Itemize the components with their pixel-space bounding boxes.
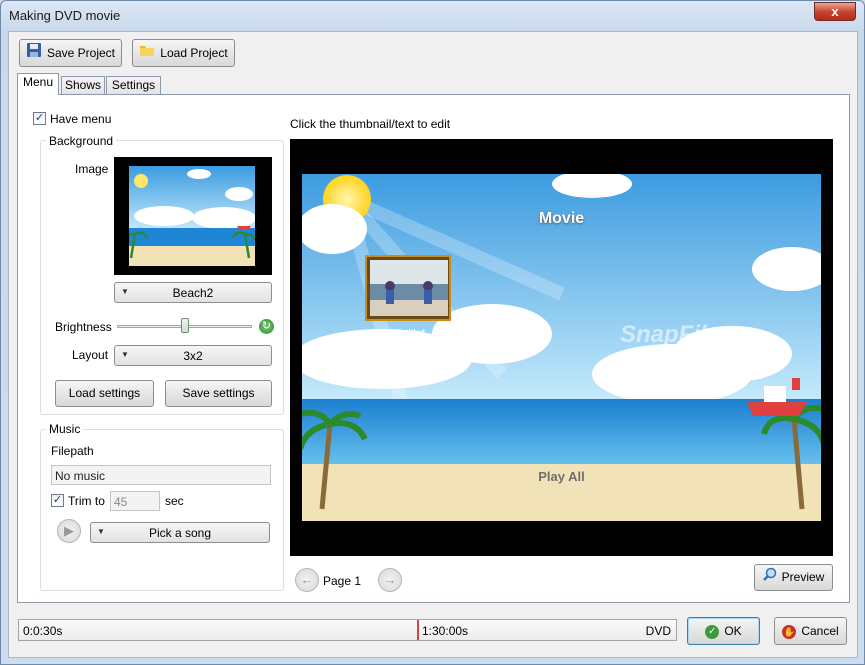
client-area: Save Project Load Project Menu Shows Set… bbox=[8, 31, 858, 658]
tab-menu[interactable]: Menu bbox=[17, 73, 59, 95]
save-project-label: Save Project bbox=[46, 46, 116, 60]
floppy-disk-icon bbox=[26, 41, 42, 67]
filepath-label: Filepath bbox=[51, 444, 94, 458]
pick-song-button[interactable]: ▼ Pick a song bbox=[90, 522, 270, 543]
tab-settings-label: Settings bbox=[111, 78, 156, 92]
background-group-title: Background bbox=[46, 134, 117, 148]
dialog-window: Making DVD movie x Save Project Load Pro… bbox=[0, 0, 865, 665]
background-image-dropdown[interactable]: ▼ Beach2 bbox=[114, 282, 272, 303]
save-project-button[interactable]: Save Project bbox=[19, 39, 122, 67]
tab-shows-label: Shows bbox=[64, 78, 102, 92]
duration-limit-marker bbox=[417, 620, 419, 640]
have-menu-checkbox[interactable]: ✓ bbox=[33, 112, 46, 125]
next-page-icon[interactable]: → bbox=[378, 568, 402, 592]
background-image-value: Beach2 bbox=[172, 286, 214, 300]
ok-label: OK bbox=[724, 624, 742, 638]
previous-page-icon[interactable]: ← bbox=[295, 568, 319, 592]
ok-button[interactable]: ✓ OK bbox=[687, 617, 760, 645]
preview-button[interactable]: Preview bbox=[754, 564, 833, 591]
chapter-thumbnail-caption[interactable]: Untitled bbox=[365, 328, 455, 337]
reset-brightness-icon[interactable]: ↻ bbox=[259, 319, 274, 334]
page-label: Page 1 bbox=[323, 574, 362, 588]
duration-start-time: 0:0:30s bbox=[23, 624, 63, 638]
brightness-thumb[interactable] bbox=[181, 318, 189, 333]
menu-tab-panel: ✓ Have menu Background Image ▼ Beach2 Br… bbox=[17, 94, 850, 603]
brightness-label: Brightness bbox=[55, 320, 112, 334]
trim-seconds-input[interactable]: 45 bbox=[110, 491, 160, 511]
cancel-button[interactable]: ✋ Cancel bbox=[774, 617, 847, 645]
tab-shows[interactable]: Shows bbox=[61, 76, 105, 95]
title-bar: Making DVD movie x bbox=[1, 1, 864, 31]
duration-bar: 0:0:30s 1:30:00s DVD bbox=[18, 619, 677, 641]
magnifier-icon bbox=[762, 565, 777, 590]
cancel-label: Cancel bbox=[801, 624, 839, 638]
menu-title-text[interactable]: Movie bbox=[290, 210, 833, 228]
play-music-icon[interactable]: ▶ bbox=[57, 519, 81, 543]
layout-label: Layout bbox=[72, 348, 109, 362]
folder-icon bbox=[139, 41, 155, 67]
preview-hint: Click the thumbnail/text to edit bbox=[290, 117, 451, 131]
filepath-field[interactable]: No music bbox=[51, 465, 271, 485]
image-label: Image bbox=[75, 162, 109, 176]
save-settings-button[interactable]: Save settings bbox=[165, 380, 272, 407]
chapter-thumbnail-image bbox=[370, 260, 448, 316]
close-button[interactable]: x bbox=[814, 2, 856, 21]
disc-format: DVD bbox=[645, 624, 671, 638]
tab-menu-label: Menu bbox=[22, 75, 54, 89]
stop-hand-icon: ✋ bbox=[782, 624, 797, 639]
music-group-title: Music bbox=[46, 422, 84, 436]
pick-song-label: Pick a song bbox=[148, 526, 212, 540]
layout-dropdown[interactable]: ▼ 3x2 bbox=[114, 345, 272, 366]
thumbnail-beach-image bbox=[129, 166, 255, 266]
load-settings-button[interactable]: Load settings bbox=[55, 380, 154, 407]
background-thumbnail[interactable] bbox=[114, 157, 272, 275]
check-icon: ✓ bbox=[705, 624, 720, 639]
preview-label: Preview bbox=[781, 570, 825, 584]
load-project-label: Load Project bbox=[160, 46, 228, 60]
thumbnail-scene bbox=[129, 166, 255, 266]
tab-settings[interactable]: Settings bbox=[106, 76, 161, 95]
play-all-text[interactable]: Play All bbox=[290, 469, 833, 484]
duration-end-time: 1:30:00s bbox=[422, 624, 469, 638]
menu-preview-frame: Movie Untitled SnapFiles Play All bbox=[290, 139, 833, 556]
trim-checkbox[interactable]: ✓ bbox=[51, 494, 64, 507]
load-project-button[interactable]: Load Project bbox=[132, 39, 235, 67]
watermark-logo: SnapFiles bbox=[620, 321, 734, 348]
have-menu-label: Have menu bbox=[50, 112, 112, 126]
window-title: Making DVD movie bbox=[9, 8, 121, 23]
brightness-slider[interactable] bbox=[117, 317, 252, 335]
trim-unit: sec bbox=[165, 494, 184, 508]
chapter-thumbnail[interactable] bbox=[365, 255, 451, 321]
trim-label: Trim to bbox=[68, 494, 105, 508]
layout-value: 3x2 bbox=[183, 349, 203, 363]
